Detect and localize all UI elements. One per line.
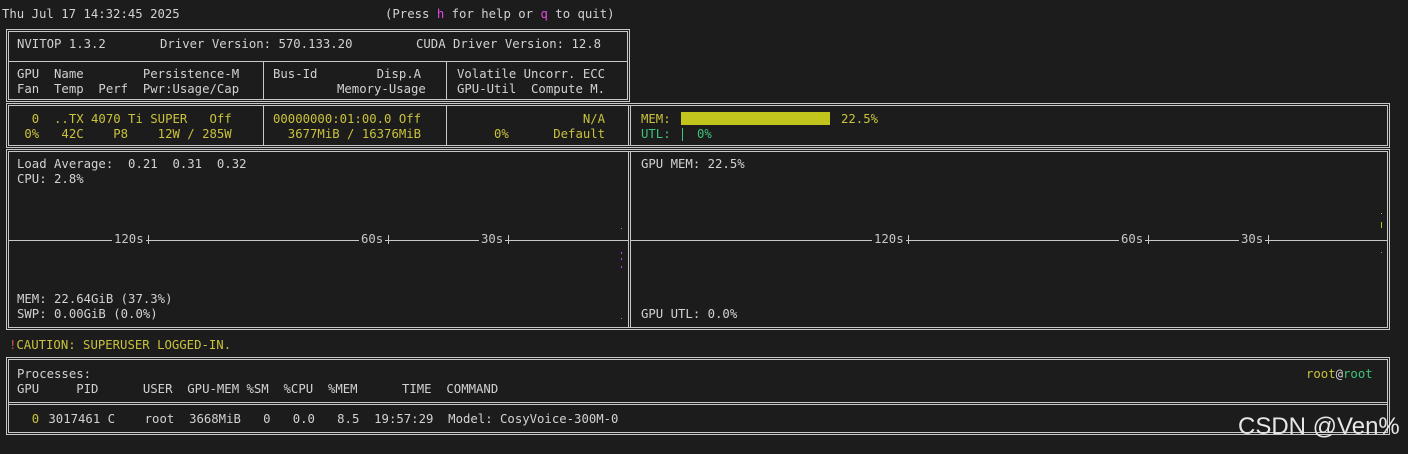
mem-usage-bar xyxy=(681,112,830,125)
gpu-mem-graph-point xyxy=(1381,213,1382,214)
user-name: root xyxy=(1306,367,1336,381)
axis-tick xyxy=(1268,235,1269,244)
process-details: 3017461 C root 3668MiB 0 0.0 8.5 19:57:2… xyxy=(41,412,619,426)
host-mem: MEM: 22.64GiB (37.3%) xyxy=(17,292,173,306)
gpu-col-sep-2 xyxy=(446,105,447,146)
load-average: Load Average: 0.21 0.31 0.32 xyxy=(17,157,247,171)
user-host: root@root xyxy=(1306,367,1373,381)
gpu-time-axis xyxy=(631,240,1388,241)
cuda-version: CUDA Driver Version: 12.8 xyxy=(416,37,602,51)
quit-key[interactable]: q xyxy=(540,7,547,21)
col-sep-2 xyxy=(446,61,447,100)
gpu-line2-c2: 3677MiB / 16376MiB xyxy=(273,127,422,141)
gpu-col-sep-1 xyxy=(263,105,264,146)
app-version: NVITOP 1.3.2 xyxy=(17,37,106,51)
utl-bar-value: 0% xyxy=(697,127,712,141)
col-sep-1 xyxy=(263,61,264,100)
mem-graph-point xyxy=(621,252,622,254)
header-divider xyxy=(8,61,628,62)
axis-tick xyxy=(148,235,149,244)
gpu-line1-c1: 0 ..TX 4070 Ti SUPER Off xyxy=(17,112,232,126)
caution-message: !CAUTION: SUPERUSER LOGGED-IN. xyxy=(9,338,231,353)
gpu-line2-c1: 0% 42C P8 12W / 285W xyxy=(17,127,232,141)
col-header-gpu-1: GPU Name Persistence-M xyxy=(17,67,240,81)
process-gpu-index: 0 xyxy=(17,412,40,426)
host-time-axis xyxy=(8,240,628,241)
axis-label-60s: 60s xyxy=(359,232,386,247)
cpu-usage: CPU: 2.8% xyxy=(17,172,84,186)
swp-graph-point xyxy=(621,318,622,319)
processes-divider xyxy=(8,402,1388,405)
gpu-utl-graph-label: GPU UTL: 0.0% xyxy=(641,307,738,321)
col-header-bus-2: Memory-Usage xyxy=(337,82,426,96)
gpu-line1-c3: N/A xyxy=(457,112,606,126)
axis-tick xyxy=(1148,235,1149,244)
host-name: root xyxy=(1343,367,1373,381)
axis-label-60s: 60s xyxy=(1119,232,1146,247)
caution-text: CAUTION: SUPERUSER LOGGED-IN. xyxy=(16,338,232,352)
axis-tick xyxy=(388,235,389,244)
cpu-graph-point xyxy=(621,228,622,229)
mem-graph-point xyxy=(621,258,622,260)
driver-version: Driver Version: 570.133.20 xyxy=(160,37,353,51)
utl-usage-bar xyxy=(682,128,683,141)
axis-tick xyxy=(508,235,509,244)
axis-label-30s: 30s xyxy=(479,232,506,247)
col-header-gpu-2: Fan Temp Perf Pwr:Usage/Cap xyxy=(17,82,240,96)
axis-label-30s: 30s xyxy=(1239,232,1266,247)
process-table-header: GPU PID USER GPU-MEM %SM %CPU %MEM TIME … xyxy=(17,382,499,396)
watermark: CSDN @Ven% xyxy=(1238,413,1400,440)
datetime: Thu Jul 17 14:32:45 2025 xyxy=(2,7,180,21)
axis-tick xyxy=(908,235,909,244)
gpu-mem-graph-label: GPU MEM: 22.5% xyxy=(641,157,745,171)
gpu-line2-c3: 0% Default xyxy=(457,127,606,141)
gpu-mem-graph-point xyxy=(1381,222,1382,228)
mem-bar-value: 22.5% xyxy=(841,112,879,126)
gpu-line1-c2: 00000000:01:00.0 Off xyxy=(273,112,422,126)
host-swp: SWP: 0.00GiB (0.0%) xyxy=(17,307,158,321)
col-header-bus-1: Bus-Id Disp.A xyxy=(273,67,422,81)
gpu-utl-graph-point xyxy=(1381,252,1382,253)
axis-label-120s: 120s xyxy=(872,232,906,247)
col-header-util-2: GPU-Util Compute M. xyxy=(457,82,606,96)
col-header-util-1: Volatile Uncorr. ECC xyxy=(457,67,606,81)
gpu-col-sep-3 xyxy=(628,105,631,146)
processes-title: Processes: xyxy=(17,367,92,381)
help-hint: (Press h for help or q to quit) xyxy=(385,7,615,21)
axis-label-120s: 120s xyxy=(112,232,146,247)
process-row[interactable]: 0 3017461 C root 3668MiB 0 0.0 8.5 19:57… xyxy=(8,410,1388,430)
utl-bar-label: UTL: xyxy=(641,127,671,141)
mem-bar-label: MEM: xyxy=(641,112,671,126)
mem-graph-point xyxy=(621,266,622,268)
